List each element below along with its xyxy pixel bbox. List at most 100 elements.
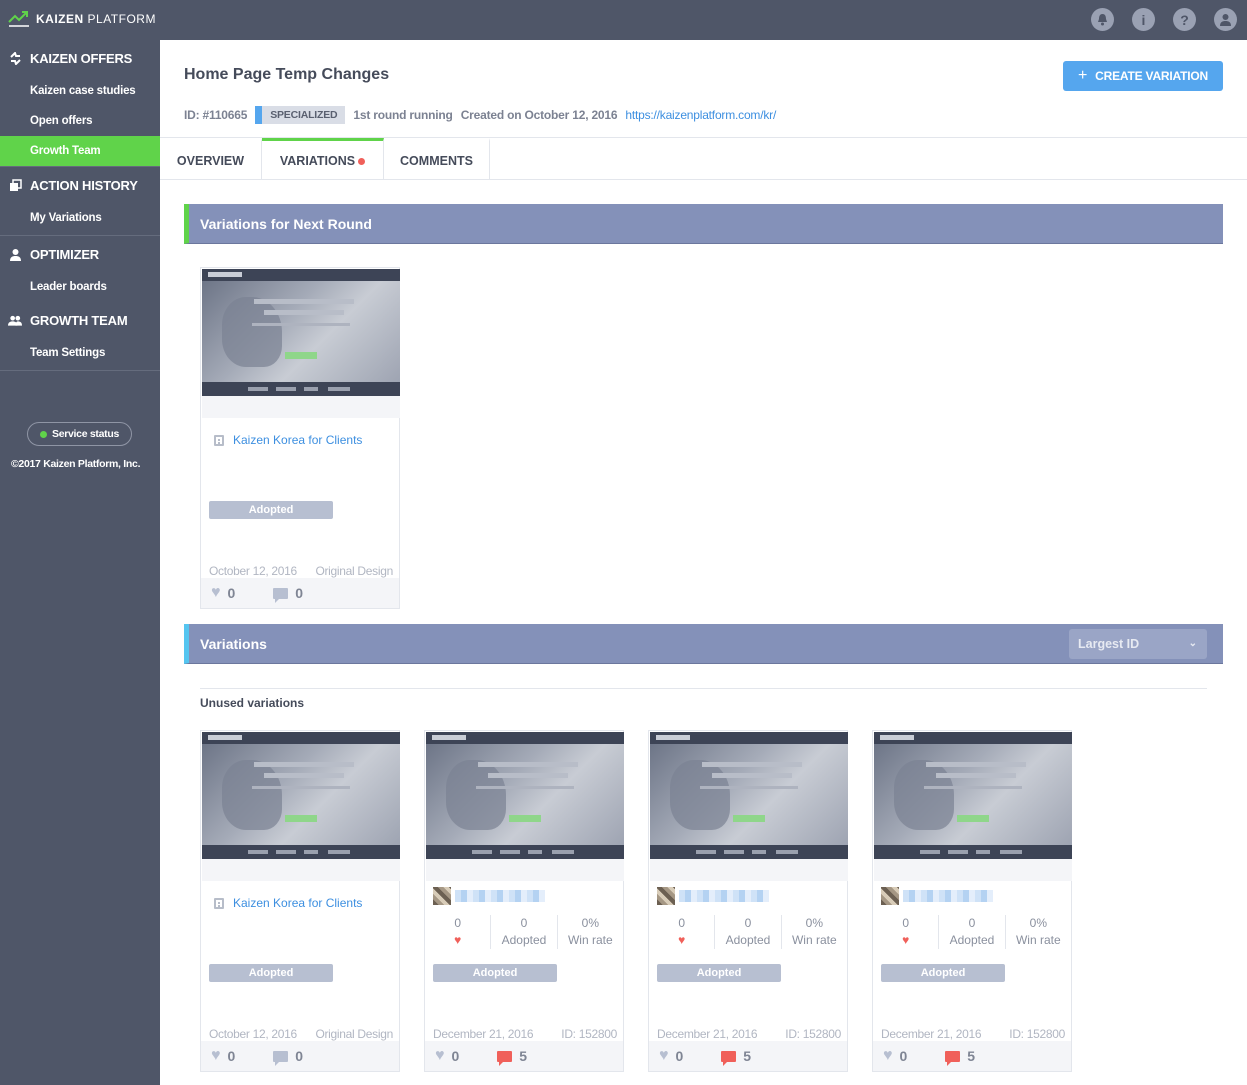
service-status-button[interactable]: Service status — [27, 422, 132, 446]
variation-card[interactable]: Kaizen Korea for Clients Adopted October… — [200, 730, 400, 1072]
info-icon[interactable]: i — [1132, 8, 1155, 31]
adopted-button[interactable]: Adopted — [209, 501, 333, 519]
card-tag: ID: 152800 — [1009, 1027, 1065, 1041]
card-meta: October 12, 2016 Original Design — [209, 564, 393, 578]
comment-counter[interactable]: 0 — [273, 585, 303, 603]
next-round-header: Variations for Next Round — [184, 204, 1223, 244]
unused-variations-label: Unused variations — [200, 696, 305, 710]
author[interactable] — [881, 887, 993, 905]
sidebar-item-leader-boards[interactable]: Leader boards — [0, 272, 160, 302]
comment-counter[interactable]: 5 — [721, 1048, 751, 1066]
nav-head-action-history[interactable]: ACTION HISTORY — [0, 167, 160, 203]
help-icon[interactable]: ? — [1173, 8, 1196, 31]
variation-card[interactable]: 0 ♥ 0 Adopted 0% Win rate Adopted December … — [872, 730, 1072, 1072]
stat-win-rate: 0% Win rate — [567, 916, 613, 947]
create-variation-label: CREATE VARIATION — [1095, 69, 1208, 83]
author[interactable] — [657, 887, 769, 905]
card-meta: October 12, 2016 Original Design — [209, 1027, 393, 1041]
sidebar-item-growth-team[interactable]: Growth Team — [0, 136, 160, 166]
user-icon[interactable] — [1214, 8, 1237, 31]
client-link[interactable]: Kaizen Korea for Clients — [214, 433, 362, 447]
like-count: 0 — [227, 1048, 236, 1064]
sidebar-item-team-settings[interactable]: Team Settings — [0, 338, 160, 368]
nav-head-label: GROWTH TEAM — [30, 312, 128, 328]
logo[interactable]: KAIZEN PLATFORM — [8, 10, 156, 28]
variation-thumbnail[interactable] — [874, 732, 1072, 859]
nav-head-kaizen-offers[interactable]: KAIZEN OFFERS — [0, 40, 160, 76]
nav-head-optimizer[interactable]: OPTIMIZER — [0, 236, 160, 272]
card-tag: Original Design — [315, 564, 393, 578]
adopted-button[interactable]: Adopted — [881, 964, 1005, 982]
comment-counter[interactable]: 5 — [945, 1048, 976, 1066]
card-footer: ♥ 0 0 — [201, 1041, 399, 1071]
card-date: December 21, 2016 — [881, 1027, 982, 1041]
variation-stats: 0 ♥ 0 Adopted 0% Win rate — [425, 915, 623, 949]
nav-head-growth-team[interactable]: GROWTH TEAM — [0, 302, 160, 338]
variation-card[interactable]: 0 ♥ 0 Adopted 0% Win rate Adopted December … — [424, 730, 624, 1072]
comment-counter[interactable]: 0 — [273, 1048, 303, 1066]
heart-icon: ♥ — [902, 933, 910, 947]
variations-header: Variations Largest ID ⌄ — [184, 624, 1223, 664]
tab-label: VARIATIONS — [279, 154, 356, 168]
like-count: 0 — [227, 585, 236, 601]
variation-card[interactable]: Kaizen Korea for Clients Adopted October… — [200, 267, 400, 609]
nav-section-action-history: ACTION HISTORY My Variations — [0, 167, 160, 236]
stat-adopted: 0 Adopted — [491, 915, 558, 949]
logo-trend-icon — [8, 11, 29, 27]
heart-icon: ♥ — [435, 1047, 445, 1064]
adopted-button[interactable]: Adopted — [209, 964, 333, 982]
like-counter[interactable]: ♥ 0 — [211, 1047, 235, 1065]
sidebar-item-open-offers[interactable]: Open offers — [0, 106, 160, 136]
like-counter[interactable]: ♥ 0 — [211, 584, 235, 602]
comment-icon — [497, 1050, 513, 1066]
variation-thumbnail[interactable] — [426, 732, 624, 859]
heart-icon: ♥ — [211, 584, 221, 601]
heart-icon: ♥ — [659, 1047, 669, 1064]
comment-counter[interactable]: 5 — [497, 1048, 527, 1066]
stat-win-rate: 0% Win rate — [1015, 916, 1061, 947]
variation-thumbnail[interactable] — [202, 732, 400, 859]
tab-overview[interactable]: OVERVIEW — [160, 138, 262, 180]
adopted-button[interactable]: Adopted — [433, 964, 557, 982]
section-title: Variations for Next Round — [200, 216, 372, 232]
comment-count: 5 — [967, 1048, 976, 1064]
specialized-badge: SPECIALIZED — [255, 106, 346, 124]
sidebar-item-my-variations[interactable]: My Variations — [0, 203, 160, 233]
notification-dot — [358, 158, 366, 166]
person-icon — [8, 247, 22, 261]
stat-win-rate: 0% Win rate — [791, 916, 837, 947]
variation-stats: 0 ♥ 0 Adopted 0% Win rate — [873, 915, 1071, 949]
history-icon — [8, 178, 22, 192]
bell-icon[interactable] — [1091, 8, 1114, 31]
offer-url-link[interactable]: https://kaizenplatform.com/kr/ — [625, 108, 776, 122]
card-tag: Original Design — [315, 1027, 393, 1041]
variation-thumbnail[interactable] — [202, 269, 400, 396]
author-name-redacted — [679, 890, 769, 902]
avatar — [657, 887, 675, 905]
tab-comments[interactable]: COMMENTS — [384, 138, 490, 180]
tab-variations[interactable]: VARIATIONS — [262, 138, 384, 180]
card-date: October 12, 2016 — [209, 564, 297, 578]
nav-section-optimizer: OPTIMIZER Leader boards — [0, 236, 160, 302]
variation-thumbnail[interactable] — [650, 732, 848, 859]
comment-icon — [945, 1050, 961, 1066]
like-counter[interactable]: ♥ 0 — [883, 1047, 907, 1065]
client-link[interactable]: Kaizen Korea for Clients — [214, 896, 362, 910]
author[interactable] — [433, 887, 545, 905]
status-dot-icon — [39, 430, 47, 438]
heart-icon: ♥ — [883, 1047, 893, 1064]
avatar — [433, 887, 451, 905]
adopted-button[interactable]: Adopted — [657, 964, 781, 982]
variation-card[interactable]: 0 ♥ 0 Adopted 0% Win rate Adopted December … — [648, 730, 848, 1072]
card-tag: ID: 152800 — [561, 1027, 617, 1041]
like-counter[interactable]: ♥ 0 — [659, 1047, 683, 1065]
like-counter[interactable]: ♥ 0 — [435, 1047, 459, 1065]
card-tag: ID: 152800 — [785, 1027, 841, 1041]
like-count: 0 — [675, 1048, 684, 1064]
author-name-redacted — [455, 890, 545, 902]
like-count: 0 — [899, 1048, 908, 1064]
card-date: December 21, 2016 — [433, 1027, 534, 1041]
sidebar-item-case-studies[interactable]: Kaizen case studies — [0, 76, 160, 106]
sort-select[interactable]: Largest ID ⌄ — [1069, 629, 1207, 659]
create-variation-button[interactable]: + CREATE VARIATION — [1063, 61, 1223, 91]
